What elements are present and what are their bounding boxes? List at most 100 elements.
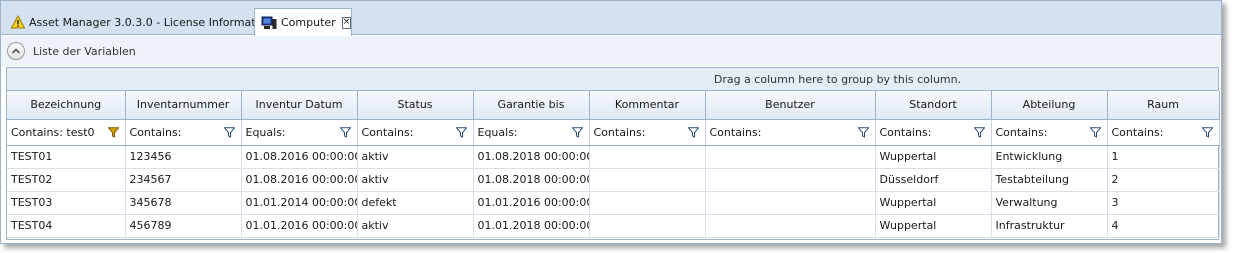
column-header[interactable]: Benutzer (705, 91, 876, 120)
column-filter-cell[interactable]: Contains: (125, 119, 242, 146)
column-header[interactable]: Status (357, 91, 474, 120)
column-filter-cell[interactable]: Contains: test0 (7, 119, 126, 146)
column-header[interactable]: Kommentar (589, 91, 706, 120)
filter-icon[interactable] (339, 126, 351, 138)
filter-icon[interactable] (1201, 126, 1213, 138)
table-body: TEST01 123456 01.08.2016 00:00:00 aktiv 01.0… (7, 145, 1220, 238)
asset-manager-window: Asset Manager 3.0.3.0 - License Informat… (0, 0, 1222, 244)
filter-row: Contains: test0 Contains: Equals: Contains:… (7, 119, 1220, 146)
filter-operator-label: Contains: (879, 125, 932, 139)
column-filter-cell[interactable]: Equals: (473, 119, 590, 146)
close-icon[interactable]: × (341, 16, 352, 29)
table-cell[interactable]: 01.01.2016 00:00:00 (473, 191, 590, 215)
table-cell[interactable]: TEST04 (7, 214, 126, 238)
table-cell[interactable]: 2 (1107, 168, 1220, 192)
variables-panel-header: Liste der Variablen (1, 36, 1221, 66)
table-cell[interactable] (589, 168, 706, 192)
tab-computer[interactable]: Computer × (254, 8, 352, 36)
table-cell[interactable]: 4 (1107, 214, 1220, 238)
table-cell[interactable] (589, 191, 706, 215)
column-filter-cell[interactable]: Contains: (1107, 119, 1220, 146)
table-row[interactable]: TEST04 456789 01.01.2016 00:00:00 aktiv 01.0… (7, 214, 1220, 238)
table-cell[interactable]: 01.01.2016 00:00:00 (241, 214, 358, 238)
column-filter-cell[interactable]: Contains: (357, 119, 474, 146)
table-cell[interactable]: 01.08.2016 00:00:00 (241, 168, 358, 192)
filter-operator-label: Equals: (245, 125, 286, 139)
table-cell[interactable] (705, 145, 876, 169)
table-cell[interactable]: aktiv (357, 168, 474, 192)
table-cell[interactable]: 1 (1107, 145, 1220, 169)
column-header[interactable]: Inventarnummer (125, 91, 242, 120)
column-header[interactable]: Bezeichnung (7, 91, 126, 120)
table-cell[interactable]: 01.08.2018 00:00:00 (473, 145, 590, 169)
table-cell[interactable]: Düsseldorf (875, 168, 992, 192)
filter-icon[interactable] (455, 126, 467, 138)
filter-icon[interactable] (973, 126, 985, 138)
filter-operator-label: Contains: (129, 125, 182, 139)
table-row[interactable]: TEST01 123456 01.08.2016 00:00:00 aktiv 01.0… (7, 145, 1220, 169)
column-header[interactable]: Inventur Datum (241, 91, 358, 120)
table-cell[interactable] (705, 191, 876, 215)
table-cell[interactable]: TEST01 (7, 145, 126, 169)
filter-icon[interactable] (687, 126, 699, 138)
table-cell[interactable]: 3 (1107, 191, 1220, 215)
warning-icon (10, 14, 26, 29)
table-cell[interactable]: 234567 (125, 168, 242, 192)
collapse-button[interactable] (7, 42, 25, 60)
column-filter-cell[interactable]: Contains: (991, 119, 1108, 146)
table-cell[interactable]: aktiv (357, 214, 474, 238)
filter-icon[interactable] (857, 126, 869, 138)
table-row[interactable]: TEST02 234567 01.08.2016 00:00:00 aktiv 01.0… (7, 168, 1220, 192)
computer-icon (261, 16, 277, 30)
column-filter-cell[interactable]: Equals: (241, 119, 358, 146)
column-header[interactable]: Abteilung (991, 91, 1108, 120)
tab-license-information[interactable]: Asset Manager 3.0.3.0 - License Informat… (5, 9, 272, 35)
column-header[interactable]: Raum (1107, 91, 1220, 120)
variables-panel-label: Liste der Variablen (33, 44, 136, 58)
table-cell[interactable]: Testabteilung (991, 168, 1108, 192)
table-cell[interactable]: defekt (357, 191, 474, 215)
table-row[interactable]: TEST03 345678 01.01.2014 00:00:00 defekt 01.… (7, 191, 1220, 215)
table-cell[interactable]: Wuppertal (875, 214, 992, 238)
table-cell[interactable]: 01.01.2014 00:00:00 (241, 191, 358, 215)
table-cell[interactable]: 456789 (125, 214, 242, 238)
column-header-row: Bezeichnung Inventarnummer Inventur Datum S… (7, 91, 1220, 120)
table-cell[interactable] (705, 214, 876, 238)
filter-operator-label: Contains: (593, 125, 646, 139)
column-filter-cell[interactable]: Contains: (705, 119, 876, 146)
data-table: Bezeichnung Inventarnummer Inventur Datum S… (7, 91, 1220, 238)
filter-icon[interactable] (571, 126, 583, 138)
table-cell[interactable]: 345678 (125, 191, 242, 215)
table-cell[interactable]: Infrastruktur (991, 214, 1108, 238)
table-cell[interactable]: Wuppertal (875, 191, 992, 215)
chevron-up-icon (11, 48, 21, 54)
column-filter-cell[interactable]: Contains: (875, 119, 992, 146)
table-cell[interactable] (589, 145, 706, 169)
table-cell[interactable]: 01.01.2018 00:00:00 (473, 214, 590, 238)
group-by-hint: Drag a column here to group by this colu… (713, 72, 962, 86)
table-cell[interactable]: TEST03 (7, 191, 126, 215)
table-cell[interactable]: Entwicklung (991, 145, 1108, 169)
table-cell[interactable]: 01.08.2018 00:00:00 (473, 168, 590, 192)
column-header[interactable]: Standort (875, 91, 992, 120)
table-cell[interactable]: 01.08.2016 00:00:00 (241, 145, 358, 169)
table-cell[interactable]: aktiv (357, 145, 474, 169)
filter-icon[interactable] (1089, 126, 1101, 138)
table-cell[interactable]: 123456 (125, 145, 242, 169)
tab-label: Asset Manager 3.0.3.0 - License Informat… (29, 15, 273, 29)
computer-grid: Drag a column here to group by this colu… (6, 67, 1220, 240)
filter-icon[interactable] (223, 126, 235, 138)
column-header[interactable]: Garantie bis (473, 91, 590, 120)
table-cell[interactable] (705, 168, 876, 192)
filter-operator-label: Equals: (477, 125, 518, 139)
column-filter-cell[interactable]: Contains: (589, 119, 706, 146)
tab-label: Computer (281, 16, 336, 29)
group-by-panel[interactable]: Drag a column here to group by this colu… (7, 68, 1218, 91)
table-cell[interactable]: Wuppertal (875, 145, 992, 169)
table-cell[interactable]: TEST02 (7, 168, 126, 192)
table-cell[interactable]: Verwaltung (991, 191, 1108, 215)
filter-icon[interactable] (107, 126, 119, 138)
table-cell[interactable] (589, 214, 706, 238)
filter-operator-label: Contains: (995, 125, 1048, 139)
filter-operator-label: Contains: (1111, 125, 1164, 139)
